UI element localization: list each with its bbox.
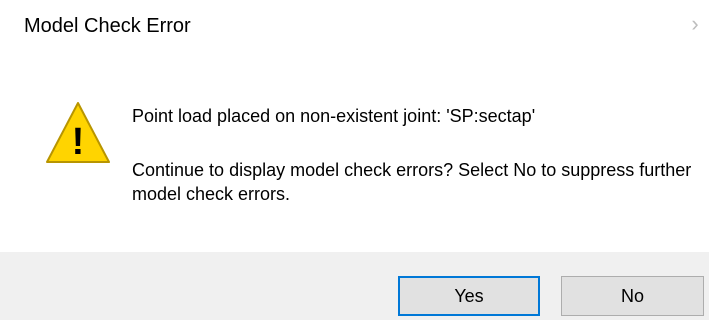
prompt-message: Continue to display model check errors? … bbox=[132, 160, 692, 204]
warning-exclamation: ! bbox=[72, 121, 85, 163]
close-icon[interactable]: › bbox=[687, 11, 703, 36]
warning-icon: ! bbox=[46, 102, 110, 163]
no-button[interactable]: No bbox=[561, 276, 704, 316]
dialog-title: Model Check Error bbox=[24, 15, 191, 37]
error-message: Point load placed on non-existent joint:… bbox=[132, 106, 536, 126]
model-check-error-dialog: Model Check Error › ! Point load placed … bbox=[0, 0, 709, 320]
yes-button[interactable]: Yes bbox=[398, 276, 540, 316]
